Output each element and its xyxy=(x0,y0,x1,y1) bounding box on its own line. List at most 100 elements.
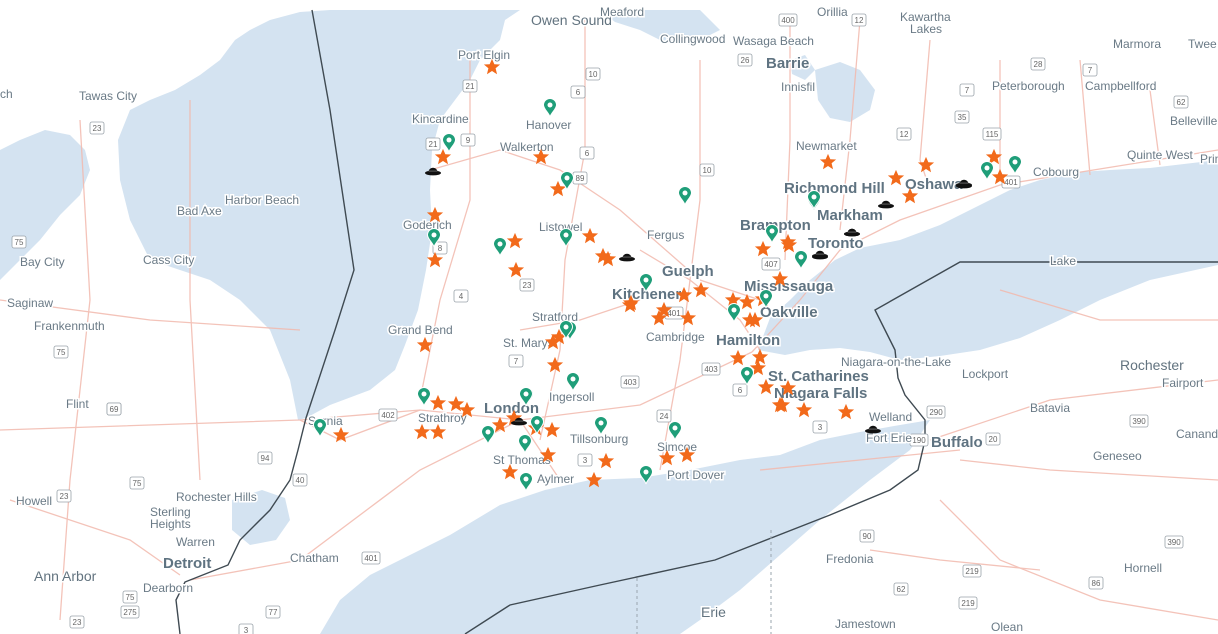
highway-shield: 69 xyxy=(106,402,122,416)
highway-number: 219 xyxy=(961,599,975,608)
highway-shield: 400 xyxy=(778,13,798,27)
place-label: Campbellford xyxy=(1085,79,1156,93)
highway-number: 7 xyxy=(514,357,519,366)
place-label: Innisfil xyxy=(781,80,815,94)
highway-shield: 62 xyxy=(1173,95,1189,109)
highway-number: 21 xyxy=(466,82,475,91)
place-label: Buffalo xyxy=(931,434,983,451)
highway-shield: 10 xyxy=(585,67,601,81)
place-label: Flint xyxy=(66,397,89,411)
highway-number: 401 xyxy=(364,554,378,563)
place-label: Hanover xyxy=(526,118,571,132)
highway-number: 3 xyxy=(818,423,823,432)
highway-shield: 401 xyxy=(361,551,381,565)
place-label: Canand xyxy=(1176,427,1218,441)
place-label: Twee xyxy=(1188,37,1217,51)
highway-number: 12 xyxy=(855,16,864,25)
place-label: Richmond Hill xyxy=(784,180,885,197)
place-label: Rochester Hills xyxy=(176,490,257,504)
highway-number: 90 xyxy=(863,532,872,541)
highway-shield: 3 xyxy=(577,453,593,467)
highway-number: 23 xyxy=(523,281,532,290)
highway-number: 75 xyxy=(126,593,135,602)
place-label: Collingwood xyxy=(660,32,725,46)
highway-number: 86 xyxy=(1092,579,1101,588)
place-label: Prin xyxy=(1200,152,1218,166)
highway-number: 3 xyxy=(583,456,588,465)
place-label: Wasaga Beach xyxy=(733,34,814,48)
highway-number: 75 xyxy=(57,348,66,357)
place-label: Walkerton xyxy=(500,140,554,154)
highway-number: 35 xyxy=(958,113,967,122)
place-label: Dearborn xyxy=(143,581,193,595)
highway-number: 75 xyxy=(15,238,24,247)
place-label: Aylmer xyxy=(537,472,574,486)
place-label: Tillsonburg xyxy=(570,432,628,446)
place-label: Saginaw xyxy=(7,296,53,310)
place-label: London xyxy=(484,400,539,417)
highway-shield: 219 xyxy=(962,564,982,578)
place-label: Fergus xyxy=(647,228,684,242)
place-label: Marmora xyxy=(1113,37,1161,51)
highway-number: 28 xyxy=(1034,60,1043,69)
place-label: Meaford xyxy=(600,5,644,19)
place-label: Rochester xyxy=(1120,357,1184,373)
highway-number: 23 xyxy=(60,492,69,501)
highway-number: 3 xyxy=(244,626,249,634)
highway-number: 290 xyxy=(929,408,943,417)
highway-shield: 6 xyxy=(570,85,586,99)
place-label: Lakes xyxy=(910,22,942,36)
place-label: Belleville xyxy=(1170,114,1218,128)
highway-shield: 402 xyxy=(378,408,398,422)
highway-shield: 20 xyxy=(985,432,1001,446)
place-label: Toronto xyxy=(808,235,864,252)
place-label: Fairport xyxy=(1162,376,1204,390)
highway-shield: 7 xyxy=(959,83,975,97)
place-label: St. Catharines xyxy=(768,368,869,385)
highway-shield: 10 xyxy=(699,163,715,177)
place-label: Orillia xyxy=(817,5,848,19)
place-label: Ingersoll xyxy=(549,390,594,404)
place-label: Bay City xyxy=(20,255,65,269)
highway-number: 403 xyxy=(704,365,718,374)
place-label: Kincardine xyxy=(412,112,469,126)
place-label: Warren xyxy=(176,535,215,549)
highway-number: 390 xyxy=(1132,417,1146,426)
highway-shield: 7 xyxy=(1082,63,1098,77)
highway-shield: 9 xyxy=(460,133,476,147)
place-label: Hornell xyxy=(1124,561,1162,575)
highway-shield: 12 xyxy=(851,13,867,27)
highway-number: 24 xyxy=(660,412,669,421)
highway-shield: 12 xyxy=(896,127,912,141)
highway-shield: 77 xyxy=(265,605,281,619)
place-label: Grand Bend xyxy=(388,323,453,337)
highway-shield: 190 xyxy=(909,433,929,447)
highway-number: 115 xyxy=(986,130,999,139)
highway-number: 8 xyxy=(438,244,443,253)
highway-shield: 21 xyxy=(425,137,441,151)
highway-number: 4 xyxy=(459,292,464,301)
highway-number: 69 xyxy=(110,405,119,414)
place-label: Newmarket xyxy=(796,139,857,153)
place-label: Chatham xyxy=(290,551,339,565)
highway-shield: 23 xyxy=(69,615,85,629)
highway-number: 402 xyxy=(381,411,395,420)
place-label: Strathroy xyxy=(418,411,467,425)
highway-shield: 26 xyxy=(737,53,753,67)
highway-number: 275 xyxy=(123,608,137,617)
highway-number: 23 xyxy=(73,618,82,627)
map-svg[interactable]: 400 1226106219896102877621235115401218423… xyxy=(0,0,1218,634)
highway-number: 219 xyxy=(965,567,979,576)
place-label: Howell xyxy=(16,494,52,508)
highway-number: 62 xyxy=(1177,98,1186,107)
place-label: Goderich xyxy=(403,218,452,232)
highway-shield: 219 xyxy=(958,596,978,610)
highway-shield: 75 xyxy=(53,345,69,359)
place-label: Olean xyxy=(991,620,1023,634)
map-canvas[interactable]: 400 12 26 10 6 21 9 89 6 10 28 7 7 62 12 35 115 401 21 8 4 23… xyxy=(0,0,1218,634)
highway-shield: 7 xyxy=(508,354,524,368)
highway-shield: 401 xyxy=(1001,175,1021,189)
highway-shield: 75 xyxy=(11,235,27,249)
place-label: Guelph xyxy=(662,263,714,280)
place-label: Peterborough xyxy=(992,79,1065,93)
